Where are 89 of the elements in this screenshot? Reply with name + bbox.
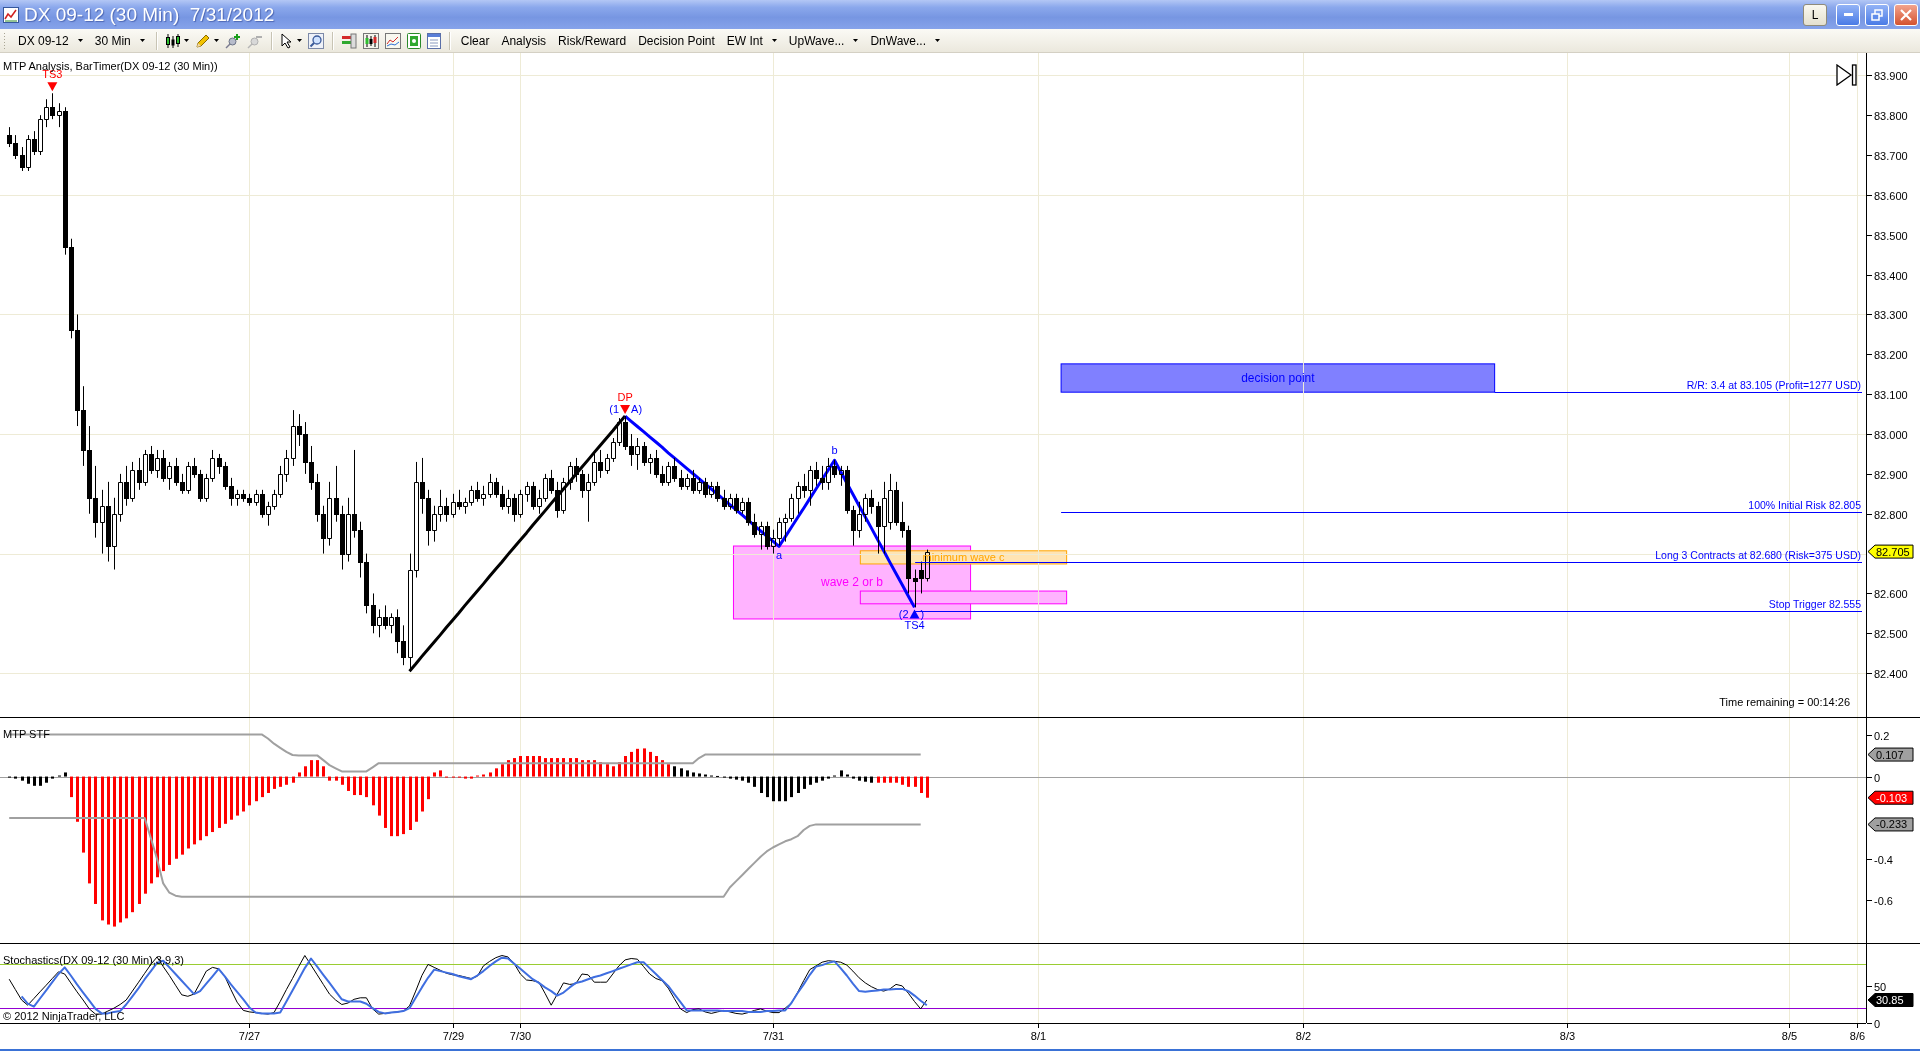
- axis-label: 83.000: [1874, 428, 1908, 441]
- level-label: R/R: 3.4 at 83.105 (Profit=1277 USD): [1686, 379, 1861, 391]
- chart-icon: [3, 6, 19, 23]
- date-label: 7/31: [762, 1030, 785, 1042]
- window-title: DX 09-12 (30 Min) 7/31/2012: [24, 3, 276, 27]
- toolbar-menu[interactable]: UpWave...: [782, 30, 865, 51]
- close-button[interactable]: [1894, 3, 1918, 26]
- date-label: 7/30: [509, 1030, 532, 1042]
- restore-icon: [1871, 8, 1883, 21]
- level-label: Stop Trigger 82.555: [1768, 598, 1861, 610]
- toolbar-button[interactable]: Clear: [454, 30, 496, 51]
- toolbar-button[interactable]: Decision Point: [632, 30, 721, 51]
- window-button[interactable]: L: [1803, 3, 1827, 26]
- axis-label: 82.800: [1874, 508, 1908, 521]
- cursor-icon: [279, 32, 294, 49]
- axis-label: 83.500: [1874, 229, 1908, 242]
- date-label: 7/29: [442, 1030, 465, 1042]
- toolbar-menu[interactable]: DnWave...: [864, 30, 946, 51]
- wave-label: (1: [609, 403, 620, 416]
- axis-label: 50: [1874, 980, 1887, 993]
- interval-dropdown[interactable]: 30 Min: [88, 30, 151, 51]
- caret-icon: [77, 39, 83, 42]
- caret-icon: [296, 39, 302, 42]
- axis-label: 83.600: [1874, 189, 1908, 202]
- wave-label: (2: [898, 608, 909, 621]
- restore-button[interactable]: [1865, 3, 1889, 26]
- axis-label: 82.900: [1874, 468, 1908, 481]
- date-label: 8/6: [1849, 1030, 1866, 1042]
- wave-label: A): [631, 403, 643, 416]
- date-label: 7/27: [238, 1030, 261, 1042]
- level-label: Long 3 Contracts at 82.680 (Risk=375 USD): [1655, 549, 1861, 561]
- minimize-icon: [1843, 13, 1853, 16]
- axis-label: 83.200: [1874, 348, 1908, 361]
- grip-icon: [3, 31, 6, 50]
- magnifier-icon: [307, 32, 324, 49]
- axis-label: 83.300: [1874, 308, 1908, 321]
- bar-chart-icon: [340, 32, 357, 49]
- axis-label: 82.600: [1874, 587, 1908, 600]
- banknote-icon: [406, 32, 421, 49]
- axis-label: 82.500: [1874, 627, 1908, 640]
- add-icon: [224, 32, 241, 49]
- toolbar-button[interactable]: Analysis: [495, 30, 553, 51]
- zone-label: wave 2 or b: [821, 575, 884, 590]
- line-chart-icon: [384, 32, 401, 49]
- caret-icon: [183, 39, 189, 42]
- instrument-dropdown[interactable]: DX 09-12: [12, 30, 89, 51]
- value-tag: 82.705: [1867, 544, 1914, 559]
- close-icon: [1900, 8, 1912, 21]
- axis-label: 83.400: [1874, 269, 1908, 282]
- signal-label: DP: [617, 391, 633, 404]
- axis-label: -0.4: [1874, 853, 1893, 866]
- caret-icon: [213, 39, 219, 42]
- axis-label: 0: [1874, 771, 1881, 784]
- skip-forward-icon[interactable]: [1837, 65, 1856, 85]
- axis-label: 83.700: [1874, 149, 1908, 162]
- panel-title: MTP STF: [3, 728, 50, 740]
- wave-point-label: b: [831, 444, 838, 457]
- minimize-button[interactable]: [1836, 3, 1860, 26]
- value-tag: -0.233: [1867, 817, 1914, 832]
- date-label: 8/3: [1559, 1030, 1576, 1042]
- table-icon: [426, 32, 441, 49]
- axis-label: 83.800: [1874, 109, 1908, 122]
- toolbar-menu[interactable]: EW Int: [720, 30, 783, 51]
- axis-label: 82.400: [1874, 667, 1908, 680]
- axis-label: 83.100: [1874, 388, 1908, 401]
- panel-title: MTP Analysis, BarTimer(DX 09-12 (30 Min)): [3, 60, 218, 72]
- toolbar-button[interactable]: Risk/Reward: [552, 30, 633, 51]
- candlestick-icon: [362, 32, 379, 49]
- axis-label: 0.2: [1874, 729, 1890, 742]
- timer-text: Time remaining = 00:14:26: [1719, 696, 1850, 708]
- value-tag: -0.103: [1867, 790, 1914, 805]
- value-tag: 0.107: [1867, 747, 1914, 762]
- signal-label: TS4: [904, 619, 925, 632]
- date-label: 8/2: [1295, 1030, 1312, 1042]
- axis-label: 0: [1874, 1017, 1881, 1030]
- wave-point-label: a: [776, 549, 783, 562]
- copyright-text: © 2012 NinjaTrader, LLC: [3, 1010, 125, 1022]
- caret-icon: [139, 39, 145, 42]
- pencil-icon: [194, 32, 211, 49]
- date-label: 8/5: [1781, 1030, 1798, 1042]
- caret-icon: [853, 39, 859, 42]
- date-label: 8/1: [1030, 1030, 1047, 1042]
- caret-icon: [771, 39, 777, 42]
- axis-label: 83.900: [1874, 69, 1908, 82]
- level-label: 100% Initial Risk 82.805: [1748, 499, 1861, 511]
- caret-icon: [935, 39, 940, 42]
- candlestick-icon: [164, 32, 181, 49]
- value-tag: 30.85: [1867, 993, 1914, 1007]
- axis-label: -0.6: [1874, 894, 1893, 907]
